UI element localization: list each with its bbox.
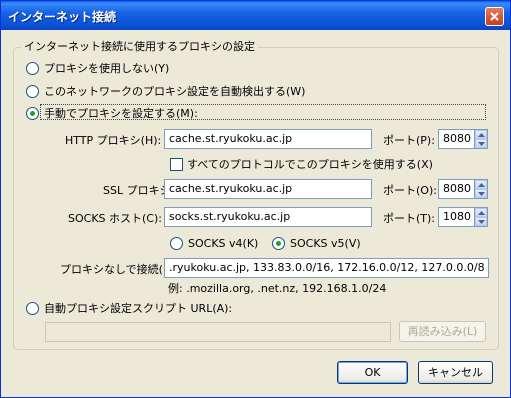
socks-port-label: ポート(T): [383, 212, 436, 225]
close-icon [490, 12, 499, 21]
ssl-port-label: ポート(O): [383, 184, 437, 197]
ssl-port-up-button[interactable] [475, 180, 487, 189]
http-port-stepper[interactable] [475, 129, 488, 149]
ok-button[interactable]: OK [337, 361, 408, 384]
http-port-up-button[interactable] [475, 130, 487, 139]
same-proxy-checkbox[interactable] [170, 158, 183, 171]
ssl-port-down-button[interactable] [475, 189, 487, 198]
http-proxy-input[interactable]: cache.st.ryukoku.ac.jp [164, 129, 372, 149]
title-bar[interactable]: インターネット接続 [1, 1, 510, 30]
auto-proxy-url-input[interactable] [45, 322, 391, 342]
manual-proxy-radio[interactable] [26, 107, 39, 120]
chevron-down-icon [478, 192, 485, 196]
group-legend: インターネット接続に使用するプロキシの設定 [21, 40, 258, 53]
socks-v4-label[interactable]: SOCKS v4(K) [188, 237, 258, 250]
http-port-label: ポート(P): [383, 134, 435, 147]
socks-v5-label[interactable]: SOCKS v5(V) [290, 237, 361, 250]
auto-detect-label[interactable]: このネットワークのプロキシ設定を自動検出する(W) [44, 85, 305, 98]
ssl-proxy-input[interactable]: cache.st.ryukoku.ac.jp [164, 179, 372, 199]
same-proxy-label[interactable]: すべてのプロトコルでこのプロキシを使用する(X) [187, 158, 433, 171]
chevron-up-icon [478, 183, 485, 187]
no-proxy-label[interactable]: プロキシを使用しない(Y) [44, 62, 169, 75]
window-title: インターネット接続 [8, 10, 117, 24]
socks-port-stepper[interactable] [475, 207, 488, 227]
socks-v4-radio[interactable] [170, 237, 183, 250]
no-proxy-for-input[interactable]: .ryukoku.ac.jp, 133.83.0.0/16, 172.16.0.… [164, 258, 489, 278]
chevron-up-icon [478, 133, 485, 137]
socks-v5-radio[interactable] [272, 237, 285, 250]
chevron-down-icon [478, 220, 485, 224]
auto-proxy-url-label[interactable]: 自動プロキシ設定スクリプト URL(A): [44, 302, 232, 315]
no-proxy-example: 例: .mozilla.org, .net.nz, 192.168.1.0/24 [168, 282, 387, 295]
socks-port-up-button[interactable] [475, 208, 487, 217]
chevron-up-icon [478, 211, 485, 215]
http-port-input[interactable]: 8080 [438, 129, 475, 149]
chevron-down-icon [478, 142, 485, 146]
reload-button[interactable]: 再読み込み(L) [399, 321, 486, 342]
ssl-port-stepper[interactable] [475, 179, 488, 199]
no-proxy-for-label: プロキシなしで接続(N): [60, 263, 180, 276]
socks-host-label: SOCKS ホスト(C): [68, 212, 162, 225]
cancel-button[interactable]: キャンセル [418, 361, 493, 384]
close-button[interactable] [485, 7, 504, 26]
http-proxy-label: HTTP プロキシ(H): [65, 134, 162, 147]
auto-proxy-url-radio[interactable] [26, 302, 39, 315]
http-port-down-button[interactable] [475, 139, 487, 148]
ssl-port-input[interactable]: 8080 [438, 179, 475, 199]
socks-port-input[interactable]: 1080 [438, 207, 475, 227]
manual-proxy-label[interactable]: 手動でプロキシを設定する(M): [44, 107, 198, 120]
socks-port-down-button[interactable] [475, 217, 487, 226]
no-proxy-radio[interactable] [26, 62, 39, 75]
auto-detect-radio[interactable] [26, 85, 39, 98]
socks-host-input[interactable]: socks.st.ryukoku.ac.jp [164, 207, 372, 227]
dialog-window: インターネット接続 インターネット接続に使用するプロキシの設定 プロキシを使用し… [0, 0, 511, 398]
